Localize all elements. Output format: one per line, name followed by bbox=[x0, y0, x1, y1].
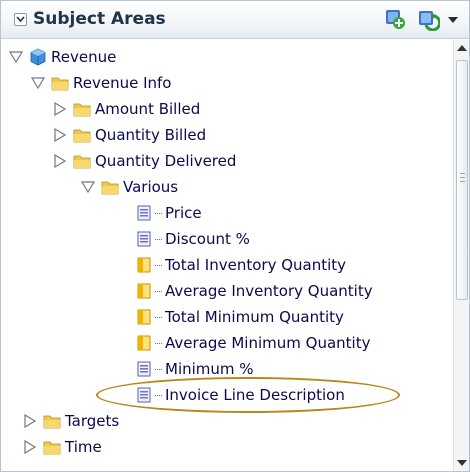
folder-icon bbox=[43, 441, 61, 454]
tree-folder-revenue-info[interactable]: Revenue Info bbox=[31, 70, 171, 96]
dropdown-caret-icon[interactable] bbox=[448, 17, 458, 23]
refresh-icon[interactable] bbox=[416, 7, 440, 31]
panel-header: Subject Areas bbox=[1, 1, 469, 39]
tree-column-average-inventory-quantity[interactable]: Average Inventory Quantity bbox=[137, 278, 373, 304]
tree-label: Time bbox=[65, 438, 102, 456]
tree-connector bbox=[155, 316, 162, 318]
tree-connector bbox=[155, 264, 162, 266]
tree-label: Discount % bbox=[165, 230, 250, 248]
tree-folder-quantity-billed[interactable]: Quantity Billed bbox=[53, 122, 206, 148]
expanded-triangle-icon[interactable] bbox=[31, 76, 45, 90]
cube-icon bbox=[30, 48, 46, 66]
vertical-scrollbar[interactable] bbox=[453, 40, 469, 471]
collapsed-triangle-icon[interactable] bbox=[53, 102, 67, 116]
collapsed-triangle-icon[interactable] bbox=[23, 440, 37, 454]
tree-label: Average Minimum Quantity bbox=[165, 334, 371, 352]
tree-label: Total Minimum Quantity bbox=[165, 308, 344, 326]
panel-title: Subject Areas bbox=[33, 9, 166, 29]
measure-column-icon bbox=[137, 257, 151, 273]
tree-connector bbox=[155, 290, 162, 292]
tree-node-revenue[interactable]: Revenue bbox=[9, 44, 116, 70]
folder-icon bbox=[73, 103, 91, 116]
collapsed-triangle-icon[interactable] bbox=[53, 154, 67, 168]
tree-folder-various[interactable]: Various bbox=[81, 174, 178, 200]
attribute-column-icon bbox=[137, 205, 151, 221]
tree-label: Targets bbox=[65, 412, 120, 430]
expanded-triangle-icon[interactable] bbox=[81, 180, 95, 194]
tree-column-average-minimum-quantity[interactable]: Average Minimum Quantity bbox=[137, 330, 370, 356]
folder-icon bbox=[101, 181, 119, 194]
tree-folder-amount-billed[interactable]: Amount Billed bbox=[53, 96, 200, 122]
folder-icon bbox=[51, 77, 69, 90]
folder-icon bbox=[73, 155, 91, 168]
tree-label: Revenue bbox=[51, 48, 117, 66]
tree-label: Average Inventory Quantity bbox=[165, 282, 373, 300]
tree-connector bbox=[155, 238, 162, 240]
tree-connector bbox=[155, 212, 162, 214]
measure-column-icon bbox=[137, 335, 151, 351]
tree-column-discount[interactable]: Discount % bbox=[137, 226, 250, 252]
subject-areas-panel: Subject Areas Revenue Revenue Info Amoun… bbox=[0, 0, 470, 472]
tree-connector bbox=[155, 368, 162, 370]
scrollbar-thumb[interactable] bbox=[456, 60, 468, 300]
collapse-icon[interactable] bbox=[14, 13, 27, 26]
tree-label: Quantity Delivered bbox=[95, 152, 237, 170]
measure-column-icon bbox=[137, 309, 151, 325]
tree-folder-time[interactable]: Time bbox=[23, 434, 102, 460]
tree-label: Minimum % bbox=[165, 360, 254, 378]
folder-icon bbox=[43, 415, 61, 428]
tree-label: Total Inventory Quantity bbox=[165, 256, 347, 274]
tree-label: Revenue Info bbox=[73, 74, 172, 92]
add-subject-area-icon[interactable] bbox=[383, 7, 407, 31]
tree-label: Price bbox=[165, 204, 202, 222]
measure-column-icon bbox=[137, 283, 151, 299]
attribute-column-icon bbox=[137, 361, 151, 377]
highlight-annotation-oval bbox=[96, 377, 400, 413]
tree-folder-targets[interactable]: Targets bbox=[23, 408, 119, 434]
expanded-triangle-icon[interactable] bbox=[9, 50, 23, 64]
tree-label: Quantity Billed bbox=[95, 126, 207, 144]
scroll-up-icon[interactable] bbox=[457, 45, 467, 51]
grip-icon bbox=[460, 173, 465, 182]
tree-column-price[interactable]: Price bbox=[137, 200, 202, 226]
tree-column-total-inventory-quantity[interactable]: Total Inventory Quantity bbox=[137, 252, 346, 278]
attribute-column-icon bbox=[137, 231, 151, 247]
tree-label: Amount Billed bbox=[95, 100, 201, 118]
collapsed-triangle-icon[interactable] bbox=[53, 128, 67, 142]
collapsed-triangle-icon[interactable] bbox=[23, 414, 37, 428]
tree-label: Various bbox=[123, 178, 179, 196]
tree-folder-quantity-delivered[interactable]: Quantity Delivered bbox=[53, 148, 236, 174]
tree-column-total-minimum-quantity[interactable]: Total Minimum Quantity bbox=[137, 304, 344, 330]
folder-icon bbox=[73, 129, 91, 142]
scroll-down-icon[interactable] bbox=[457, 460, 467, 466]
tree-connector bbox=[155, 342, 162, 344]
